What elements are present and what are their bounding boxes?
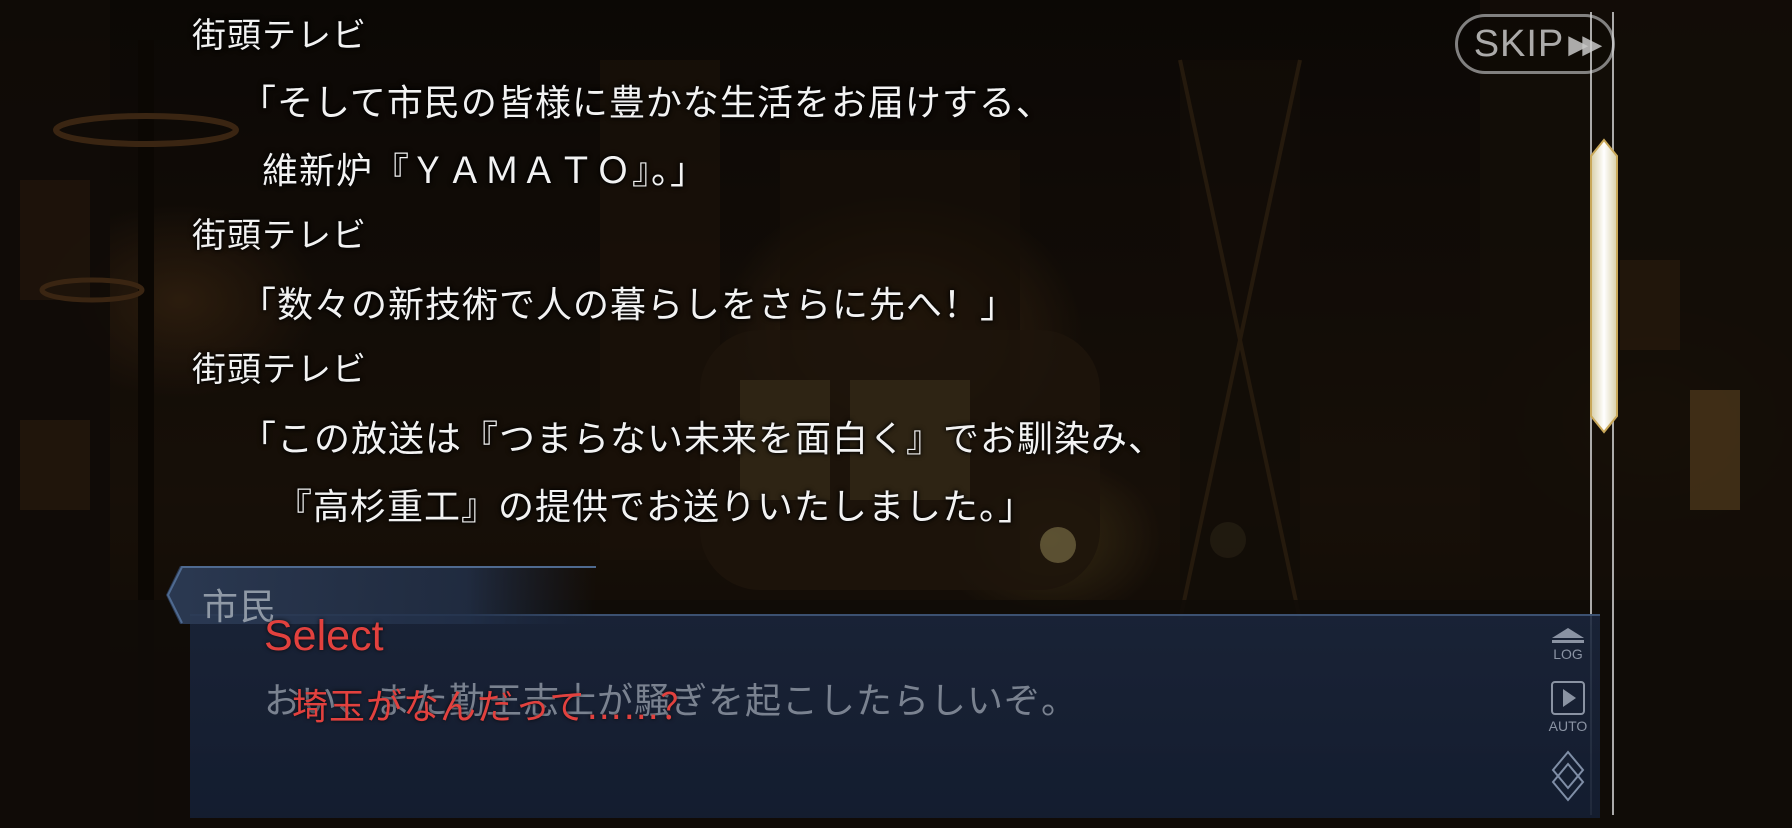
backlog-speaker: 街頭テレビ	[192, 350, 367, 390]
backlog-speaker: 街頭テレビ	[192, 16, 367, 56]
select-choice-option[interactable]: 埼玉がなんだって……？	[292, 678, 697, 730]
play-icon	[1551, 681, 1585, 715]
backlog[interactable]: 街頭テレビ 「そして市民の皆様に豊かな生活をお届けする、 維新炉『ＹＡＭＡＴＯ』…	[0, 0, 1500, 540]
scrollbar-thumb[interactable]	[1589, 138, 1619, 434]
select-title: Select	[264, 612, 384, 660]
backlog-speaker: 街頭テレビ	[192, 216, 367, 256]
skip-label: SKIP	[1473, 22, 1565, 65]
backlog-line: 『高杉重工』の提供でお送りいたしました。」	[276, 487, 1036, 528]
backlog-line: 維新炉『ＹＡＭＡＴＯ』。」	[262, 151, 708, 192]
auto-button[interactable]: AUTO	[1545, 680, 1591, 740]
backlog-line: 「この放送は『つまらない未来を面白く』でお馴染み、	[240, 419, 1166, 460]
log-button[interactable]: LOG	[1545, 626, 1591, 670]
auto-label: AUTO	[1548, 718, 1588, 734]
diamond-menu-icon[interactable]	[1546, 750, 1590, 808]
log-label: LOG	[1553, 646, 1583, 662]
backlog-line: 「そして市民の皆様に豊かな生活をお届けする、	[240, 83, 1053, 124]
backlog-line: 「数々の新技術で人の暮らしをさらに先へ！」	[240, 285, 1018, 326]
log-icon	[1552, 628, 1584, 643]
